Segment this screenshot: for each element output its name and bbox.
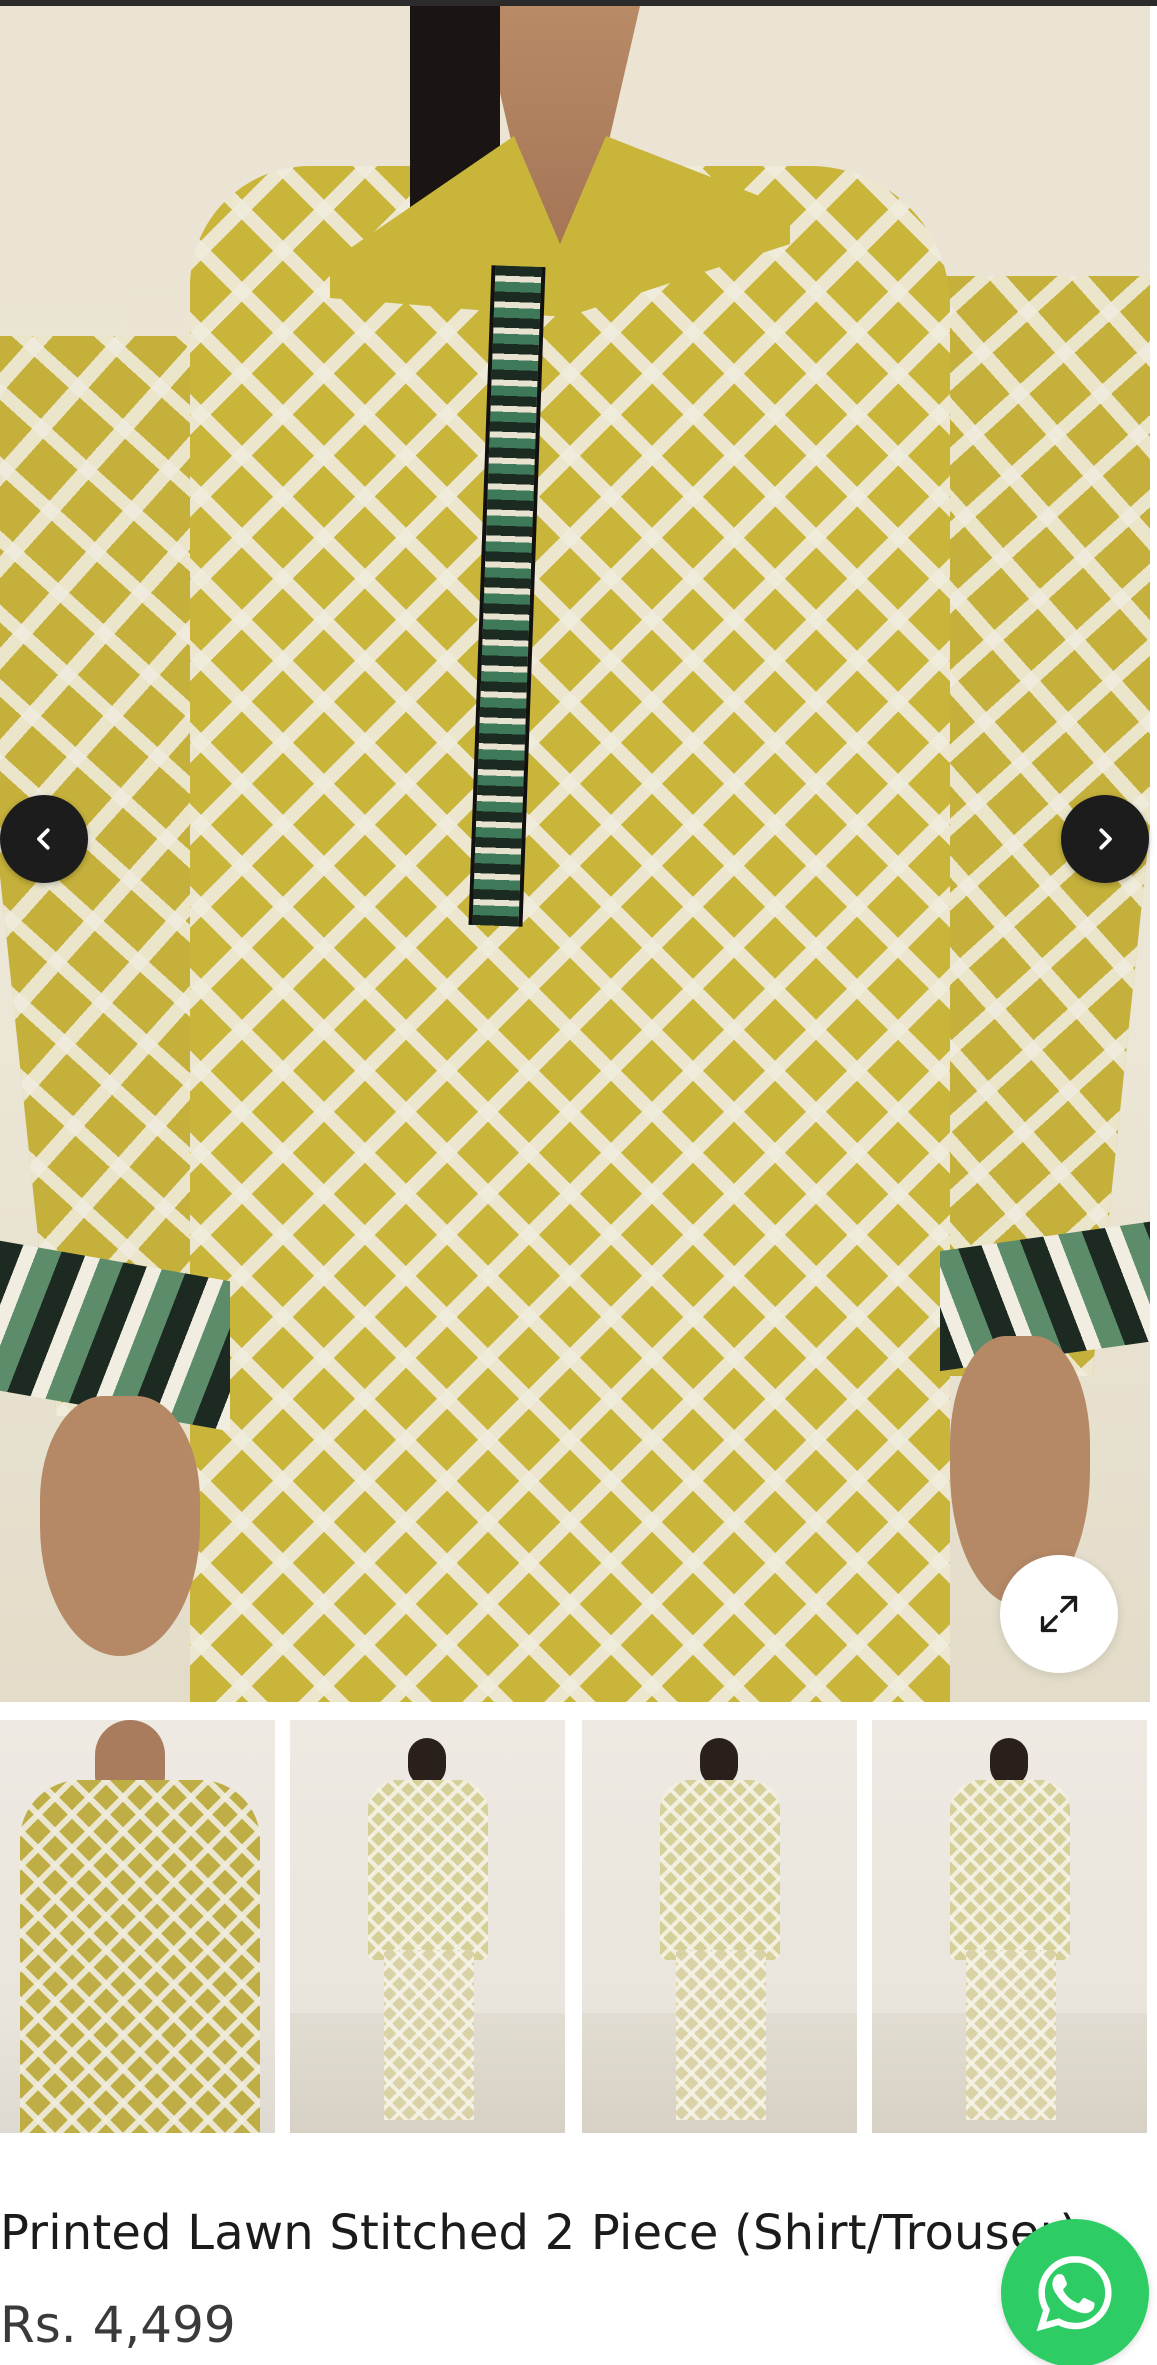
thumbnail-model-head: [700, 1738, 738, 1786]
thumbnail-strip: [0, 1720, 1150, 2133]
thumbnail-shirt: [660, 1780, 780, 1960]
product-page: Printed Lawn Stitched 2 Piece (Shirt/Tro…: [0, 0, 1157, 2365]
chevron-right-icon: [1099, 828, 1112, 850]
thumbnail-model-head: [990, 1738, 1028, 1786]
chevron-left-icon: [37, 828, 50, 850]
next-image-button[interactable]: [1061, 795, 1149, 883]
garment-body: [190, 166, 950, 1702]
thumbnail-2[interactable]: [290, 1720, 565, 2133]
whatsapp-icon: [1036, 2256, 1112, 2332]
previous-image-button[interactable]: [0, 795, 88, 883]
thumbnail-model-head: [408, 1738, 446, 1786]
thumbnail-trouser: [676, 1950, 766, 2120]
thumbnail-shirt: [950, 1780, 1070, 1960]
thumbnail-trouser: [966, 1950, 1056, 2120]
product-title: Printed Lawn Stitched 2 Piece (Shirt/Tro…: [0, 2205, 1079, 2261]
thumbnail-shirt: [368, 1780, 488, 1960]
model-hand-left: [40, 1396, 200, 1656]
product-price: Rs. 4,499: [0, 2296, 236, 2354]
expand-icon: [1040, 1595, 1078, 1633]
thumbnail-4[interactable]: [872, 1720, 1147, 2133]
thumbnail-1[interactable]: [0, 1720, 275, 2133]
thumbnail-3[interactable]: [582, 1720, 857, 2133]
thumbnail-garment: [20, 1780, 260, 2133]
whatsapp-chat-button[interactable]: [1001, 2219, 1149, 2365]
main-product-image[interactable]: [0, 6, 1150, 1702]
zoom-image-button[interactable]: [1000, 1555, 1118, 1673]
thumbnail-trouser: [384, 1950, 474, 2120]
